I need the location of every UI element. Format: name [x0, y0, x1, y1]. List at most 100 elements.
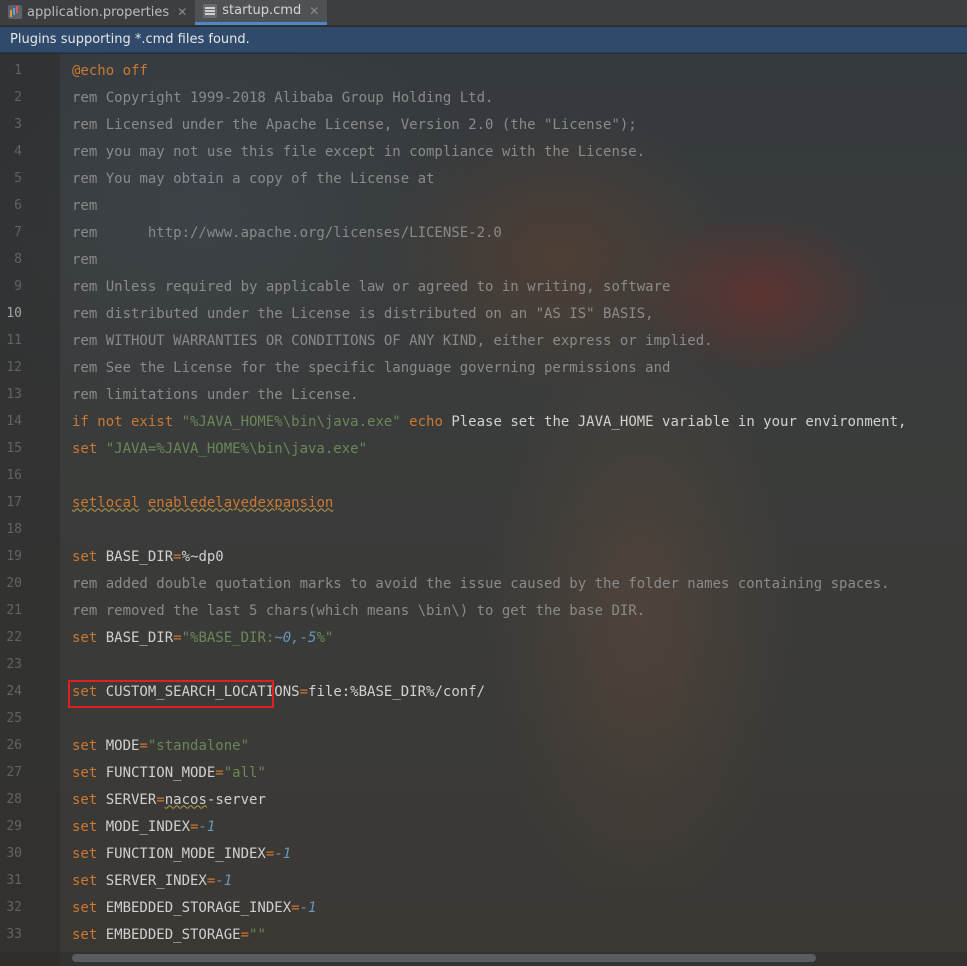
- comment-text: rem limitations under the License.: [72, 386, 359, 403]
- line-number: 15: [6, 441, 22, 456]
- code-line[interactable]: 23: [0, 651, 906, 678]
- line-number: 24: [6, 684, 22, 699]
- code-line[interactable]: 17 setlocal enabledelayedexpansion: [0, 489, 906, 516]
- keyword: set: [72, 737, 106, 754]
- keyword: set: [72, 845, 106, 862]
- string-literal: "%JAVA_HOME%\bin\java.exe": [181, 413, 401, 430]
- operator: =: [240, 926, 250, 943]
- code-line[interactable]: 32 set EMBEDDED_STORAGE_INDEX = -1: [0, 894, 906, 921]
- line-number: 13: [6, 387, 22, 402]
- variable-name: FUNCTION_MODE: [105, 764, 216, 781]
- keyword: set: [72, 926, 106, 943]
- code-line[interactable]: 18: [0, 516, 906, 543]
- code-line[interactable]: 19 set BASE_DIR = %~dp0: [0, 543, 906, 570]
- code-line[interactable]: 33 set EMBEDDED_STORAGE = "": [0, 921, 906, 948]
- variable-name: MODE_INDEX: [105, 818, 191, 835]
- number-literal: -1: [299, 899, 317, 916]
- code-line[interactable]: 20 rem added double quotation marks to av…: [0, 570, 906, 597]
- code-line[interactable]: 5 rem You may obtain a copy of the Licens…: [0, 165, 906, 192]
- line-number: 32: [6, 900, 22, 915]
- line-number: 19: [6, 549, 22, 564]
- comment-text: rem See the License for the specific lan…: [72, 359, 671, 376]
- string-literal: %": [316, 629, 334, 646]
- line-number: 10: [6, 306, 22, 321]
- line-number: 31: [6, 873, 22, 888]
- line-number: 1: [14, 63, 22, 78]
- code-line[interactable]: 25: [0, 705, 906, 732]
- keyword: set: [72, 629, 106, 646]
- close-icon[interactable]: ✕: [177, 5, 187, 19]
- operator: =: [299, 683, 309, 700]
- code-line[interactable]: 28 set SERVER = nacos -server: [0, 786, 906, 813]
- code-line[interactable]: 9 rem Unless required by applicable law o…: [0, 273, 906, 300]
- code-line[interactable]: 12 rem See the License for the specific l…: [0, 354, 906, 381]
- comment-text: rem http://www.apache.org/licenses/LICEN…: [72, 224, 502, 241]
- code-line[interactable]: 30 set FUNCTION_MODE_INDEX = -1: [0, 840, 906, 867]
- code-line[interactable]: 4 rem you may not use this file except in…: [0, 138, 906, 165]
- line-number: 14: [6, 414, 22, 429]
- tab-application-properties[interactable]: application.properties ✕: [0, 0, 195, 25]
- keyword: set: [72, 548, 106, 565]
- code-line[interactable]: 7 rem http://www.apache.org/licenses/LICE…: [0, 219, 906, 246]
- value-text: file:%BASE_DIR%/conf/: [308, 683, 486, 700]
- line-number: 9: [14, 279, 22, 294]
- string-literal: "standalone": [147, 737, 250, 754]
- code-line[interactable]: 1 @echo off: [0, 57, 906, 84]
- string-literal: "%BASE_DIR:: [181, 629, 275, 646]
- line-number: 26: [6, 738, 22, 753]
- code-line[interactable]: 29 set MODE_INDEX = -1: [0, 813, 906, 840]
- variable-name: BASE_DIR: [105, 548, 174, 565]
- notification-text: Plugins supporting *.cmd files found.: [10, 32, 250, 47]
- line-number: 8: [14, 252, 22, 267]
- code-lines: 1 @echo off 2 rem Copyright 1999-2018 Alib…: [0, 57, 906, 948]
- tab-label: application.properties: [27, 4, 170, 20]
- line-number: 27: [6, 765, 22, 780]
- keyword: setlocal: [72, 494, 140, 511]
- line-number: 16: [6, 468, 22, 483]
- variable-name: EMBEDDED_STORAGE: [105, 926, 241, 943]
- code-line[interactable]: 21 rem removed the last 5 chars(which mea…: [0, 597, 906, 624]
- code-line[interactable]: 6 rem: [0, 192, 906, 219]
- comment-text: rem removed the last 5 chars(which means…: [72, 602, 646, 619]
- line-number: 21: [6, 603, 22, 618]
- code-line[interactable]: 11 rem WITHOUT WARRANTIES OR CONDITIONS O…: [0, 327, 906, 354]
- operator: =: [173, 629, 182, 646]
- tab-startup-cmd[interactable]: startup.cmd ✕: [195, 0, 328, 25]
- line-number: 33: [6, 927, 22, 942]
- code-line[interactable]: 22 set BASE_DIR = "%BASE_DIR: ~0,-5 %": [0, 624, 906, 651]
- code-line[interactable]: 16: [0, 462, 906, 489]
- code-line[interactable]: 2 rem Copyright 1999-2018 Alibaba Group H…: [0, 84, 906, 111]
- line-number: 11: [6, 333, 22, 348]
- keyword: if not exist: [72, 413, 182, 430]
- code-editor[interactable]: 1 @echo off 2 rem Copyright 1999-2018 Alib…: [0, 54, 967, 966]
- code-line[interactable]: 8 rem: [0, 246, 906, 273]
- code-line[interactable]: 3 rem Licensed under the Apache License, …: [0, 111, 906, 138]
- plugin-notification-bar[interactable]: Plugins supporting *.cmd files found.: [0, 27, 967, 53]
- code-line[interactable]: 13 rem limitations under the License.: [0, 381, 906, 408]
- code-line[interactable]: 26 set MODE = "standalone": [0, 732, 906, 759]
- keyword: echo: [400, 413, 443, 430]
- keyword: set: [72, 764, 106, 781]
- string-literal: "JAVA=%JAVA_HOME%\bin\java.exe": [105, 440, 368, 457]
- variable-name: SERVER: [105, 791, 157, 808]
- value-text: %~dp0: [181, 548, 224, 565]
- operator: =: [206, 872, 216, 889]
- operator: =: [291, 899, 300, 916]
- code-line[interactable]: 27 set FUNCTION_MODE = "all": [0, 759, 906, 786]
- horizontal-scrollbar-thumb[interactable]: [72, 954, 816, 962]
- code-line[interactable]: 15 set "JAVA=%JAVA_HOME%\bin\java.exe": [0, 435, 906, 462]
- code-line[interactable]: 31 set SERVER_INDEX = -1: [0, 867, 906, 894]
- editor-tab-bar: application.properties ✕ startup.cmd ✕: [0, 0, 967, 26]
- value-text: nacos: [164, 791, 207, 808]
- code-text: @echo off: [72, 62, 148, 79]
- properties-file-icon: [8, 5, 22, 19]
- code-line[interactable]: 24 set CUSTOM_SEARCH_LOCATIONS = file:%BASE…: [0, 678, 906, 705]
- cmd-file-icon: [203, 3, 218, 18]
- close-icon[interactable]: ✕: [309, 4, 319, 18]
- code-line[interactable]: 14 if not exist "%JAVA_HOME%\bin\java.exe…: [0, 408, 906, 435]
- variable-name: EMBEDDED_STORAGE_INDEX: [105, 899, 292, 916]
- comment-text: rem you may not use this file except in …: [72, 143, 646, 160]
- line-number: 20: [6, 576, 22, 591]
- comment-text: rem Copyright 1999-2018 Alibaba Group Ho…: [72, 89, 494, 106]
- code-line[interactable]: 10 rem distributed under the License is d…: [0, 300, 906, 327]
